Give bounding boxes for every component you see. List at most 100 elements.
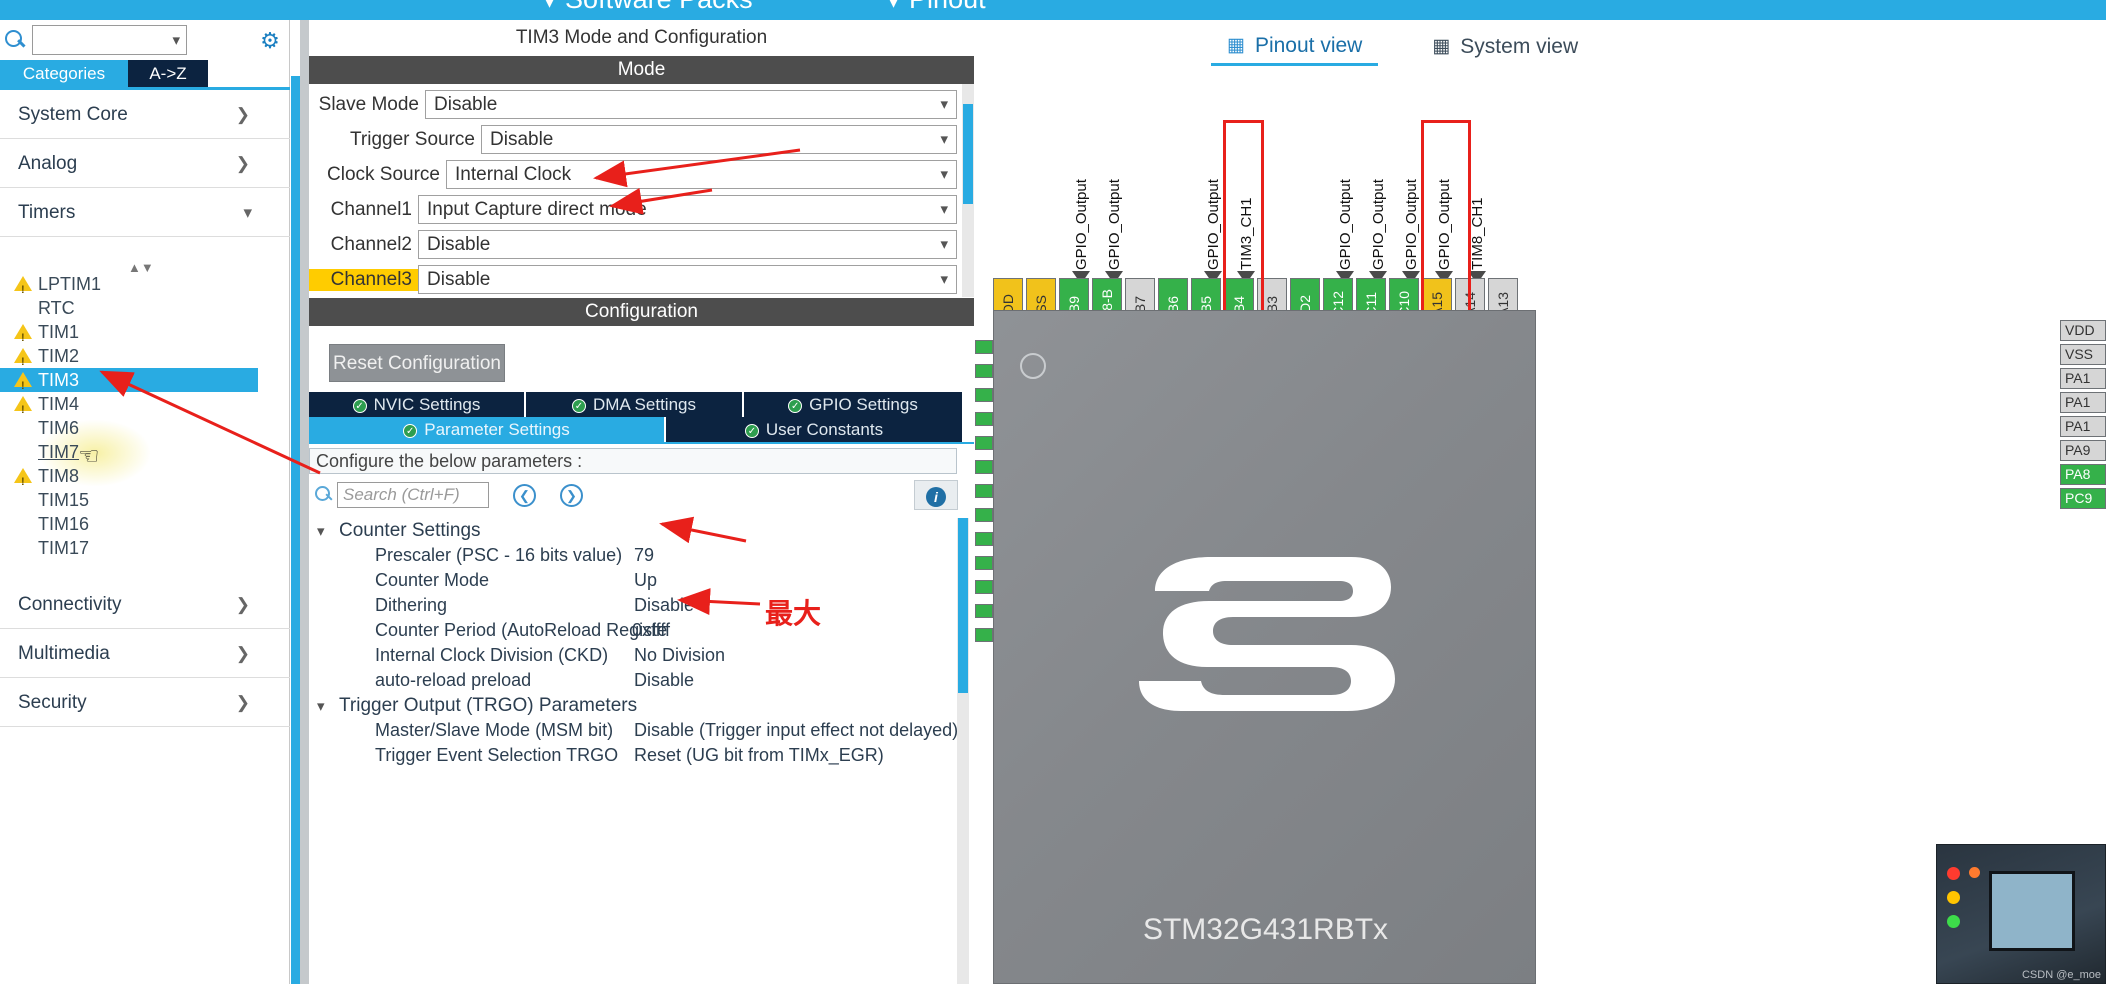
right-pin-pa1c[interactable]: PA1	[2060, 416, 2106, 437]
sidebar-item-tim8[interactable]: TIM8	[0, 464, 290, 494]
sidebar-item-tim3[interactable]: TIM3	[0, 368, 258, 398]
tab-nvic-settings[interactable]: ✓ NVIC Settings	[309, 392, 526, 417]
sidebar-item-tim4[interactable]: TIM4	[0, 392, 290, 422]
sidebar-item-tim6[interactable]: TIM6	[0, 416, 290, 440]
right-pin-pc9[interactable]: PC9	[2060, 488, 2106, 509]
chevron-down-icon: ▾	[940, 131, 948, 148]
tab-dma-settings[interactable]: ✓ DMA Settings	[526, 392, 744, 417]
signal-label: GPIO_Output	[1403, 179, 1420, 270]
tab-dma-settings-label: DMA Settings	[593, 395, 696, 414]
warning-icon	[14, 468, 32, 494]
info-icon: i	[926, 487, 946, 507]
parameter-scrollbar[interactable]	[957, 518, 969, 984]
right-pin-vss[interactable]: VSS	[2060, 344, 2106, 365]
sidebar-item-rtc[interactable]: RTC	[0, 296, 290, 320]
mode-scrollbar[interactable]	[962, 84, 974, 297]
menu-pinout[interactable]: ▾ Pinout	[888, 0, 986, 15]
chevron-down-icon: ▾	[172, 31, 180, 49]
parameter-search-input[interactable]: Search (Ctrl+F)	[337, 482, 489, 508]
panel-divider	[300, 20, 309, 984]
sidebar-item-tim16[interactable]: TIM16	[0, 512, 290, 536]
sidebar-item-tim17[interactable]: TIM17	[0, 536, 290, 560]
left-pin[interactable]	[975, 508, 993, 522]
left-pin[interactable]	[975, 628, 993, 642]
scrollbar-thumb[interactable]	[958, 518, 968, 693]
chevron-down-icon: ▾	[940, 166, 948, 183]
tab-a-to-z[interactable]: A->Z	[128, 60, 208, 88]
left-pin[interactable]	[975, 412, 993, 426]
gear-icon[interactable]: ⚙	[257, 28, 283, 54]
chevron-left-circle-icon[interactable]: ❮	[513, 483, 536, 507]
chevron-right-icon: ❯	[235, 644, 250, 663]
sidebar-item-connectivity[interactable]: Connectivity ❯	[0, 580, 290, 629]
param-name: Master/Slave Mode (MSM bit)	[375, 720, 614, 740]
left-pin-column	[975, 340, 993, 652]
right-pin-pa9[interactable]: PA9	[2060, 440, 2106, 461]
check-circle-icon: ✓	[352, 399, 367, 413]
right-pin-vdd[interactable]: VDD	[2060, 320, 2106, 341]
check-circle-icon: ✓	[744, 424, 759, 438]
select-channel2[interactable]: Disable ▾	[418, 230, 957, 259]
left-pin[interactable]	[975, 604, 993, 618]
left-pin[interactable]	[975, 532, 993, 546]
tab-parameter-settings[interactable]: ✓ Parameter Settings	[309, 417, 666, 442]
select-channel1[interactable]: Input Capture direct mode ▾	[418, 195, 957, 224]
group-counter-settings-label: Counter Settings	[339, 520, 481, 541]
menu-software-packs[interactable]: ▾ Software Packs	[544, 0, 753, 15]
select-slave-mode[interactable]: Disable ▾	[425, 90, 957, 119]
tab-system-view[interactable]: ▦ System view	[1416, 28, 1594, 66]
tab-user-constants[interactable]: ✓ User Constants	[666, 417, 962, 442]
chevron-right-icon: ❯	[235, 693, 250, 712]
left-pin[interactable]	[975, 340, 993, 354]
left-pin[interactable]	[975, 436, 993, 450]
right-pin-pa1b[interactable]: PA1	[2060, 392, 2106, 413]
timer-label: TIM17	[38, 538, 90, 558]
parameter-settings-panel: Configure the below parameters : Search …	[309, 442, 974, 984]
left-pin[interactable]	[975, 460, 993, 474]
chevron-down-icon: ▾	[544, 0, 556, 13]
pinout-panel: ▦ Pinout view ▦ System view GPIO_Output …	[975, 20, 2106, 984]
left-pin[interactable]	[975, 388, 993, 402]
group-counter-settings[interactable]: ▾ Counter Settings	[317, 518, 481, 543]
chevron-right-circle-icon[interactable]: ❯	[560, 483, 583, 507]
left-pin[interactable]	[975, 580, 993, 594]
reset-configuration-button[interactable]: Reset Configuration	[329, 344, 505, 382]
sidebar-item-label: Timers	[18, 202, 76, 223]
pin-label: PA8	[2065, 466, 2091, 482]
select-channel3[interactable]: Disable ▾	[418, 265, 957, 294]
tab-categories[interactable]: Categories	[0, 60, 128, 88]
search-icon	[313, 484, 335, 506]
scrollbar-thumb[interactable]	[963, 104, 973, 204]
sidebar-item-lptim1[interactable]: LPTIM1	[0, 272, 290, 302]
tab-pinout-view[interactable]: ▦ Pinout view	[1211, 28, 1379, 66]
sidebar-item-tim7[interactable]: TIM7	[0, 440, 290, 464]
param-value: Disable	[634, 595, 695, 615]
right-pin-column: VDD VSS PA1 PA1 PA1 PA9 PA8 PC9	[2060, 320, 2106, 512]
tab-parameter-settings-label: Parameter Settings	[424, 420, 570, 439]
group-trgo-parameters[interactable]: ▾ Trigger Output (TRGO) Parameters	[317, 693, 637, 718]
warning-icon	[14, 324, 32, 350]
search-input[interactable]: ▾	[32, 25, 187, 55]
right-pin-pa8[interactable]: PA8	[2060, 464, 2106, 485]
row-trigger-source: Trigger Source Disable ▾	[309, 123, 957, 156]
chevron-down-icon: ▾	[940, 96, 948, 113]
select-clock-source[interactable]: Internal Clock ▾	[446, 160, 957, 189]
sidebar-item-security[interactable]: Security ❯	[0, 678, 290, 727]
sidebar-item-tim2[interactable]: TIM2	[0, 344, 290, 374]
select-trigger-source[interactable]: Disable ▾	[481, 125, 957, 154]
pin1-marker-icon	[1020, 353, 1046, 379]
chip-package[interactable]: STM32G431RBTx	[993, 310, 1536, 984]
tab-gpio-settings[interactable]: ✓ GPIO Settings	[744, 392, 962, 417]
info-button[interactable]: i	[914, 480, 958, 510]
sidebar-item-tim15[interactable]: TIM15	[0, 488, 290, 512]
left-pin[interactable]	[975, 556, 993, 570]
left-pin[interactable]	[975, 484, 993, 498]
sidebar-item-timers[interactable]: Timers ▾	[0, 188, 290, 237]
sidebar-item-tim1[interactable]: TIM1	[0, 320, 290, 350]
sidebar-item-analog[interactable]: Analog ❯	[0, 139, 290, 188]
sidebar-item-multimedia[interactable]: Multimedia ❯	[0, 629, 290, 678]
left-pin[interactable]	[975, 364, 993, 378]
right-pin-pa1a[interactable]: PA1	[2060, 368, 2106, 389]
sidebar-item-system-core[interactable]: System Core ❯	[0, 90, 290, 139]
chevron-down-icon: ▾	[243, 203, 252, 222]
